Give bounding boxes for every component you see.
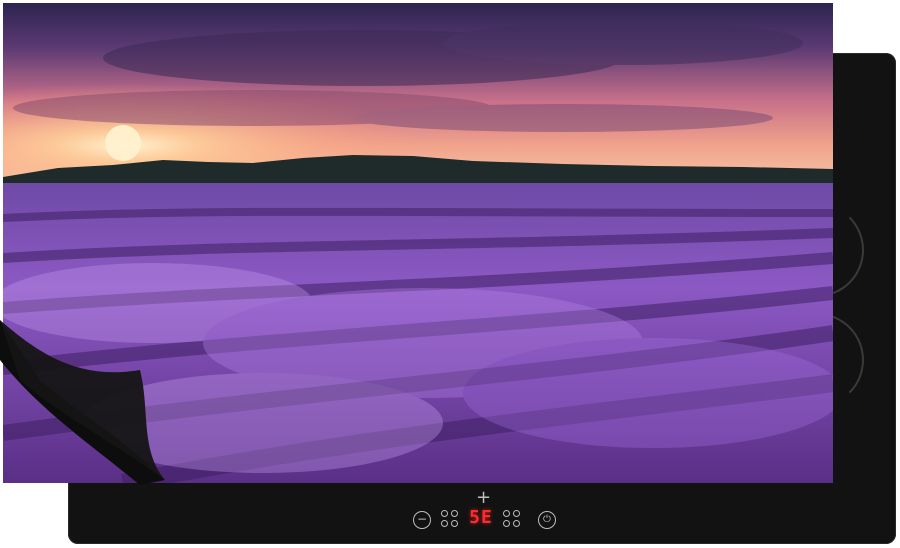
peeled-corner	[0, 320, 165, 485]
minus-icon[interactable]: −	[413, 511, 431, 529]
power-icon[interactable]: ⏻	[538, 511, 556, 529]
dots-icon[interactable]	[503, 510, 521, 528]
hob-display: 5E	[469, 507, 493, 528]
plus-icon[interactable]: +	[476, 489, 491, 507]
hob-controls: + − 5E ⏻	[408, 489, 568, 541]
dots-icon[interactable]	[441, 510, 459, 528]
sun	[105, 125, 141, 161]
